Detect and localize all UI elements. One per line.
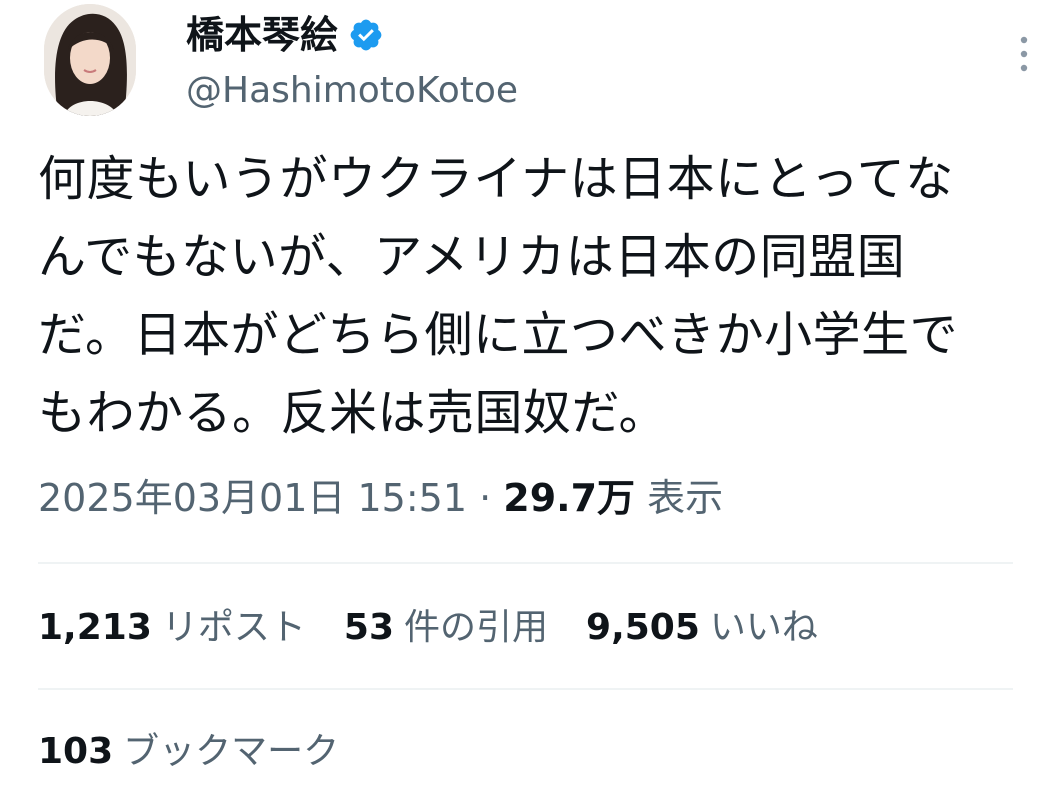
divider: [38, 562, 1013, 564]
likes-label: いいね: [709, 607, 818, 648]
user-handle[interactable]: @HashimotoKotoe: [186, 66, 518, 116]
reposts-stat[interactable]: 1,213 リポスト: [38, 600, 306, 656]
meta-separator: ·: [479, 476, 492, 520]
verified-badge-icon: [348, 17, 384, 53]
name-row: 橋本琴絵: [186, 10, 384, 60]
reposts-label: リポスト: [161, 607, 306, 648]
likes-stat[interactable]: 9,505 いいね: [586, 600, 818, 656]
bookmarks-count: 103: [38, 731, 114, 772]
timestamp[interactable]: 2025年03月01日 15:51: [38, 476, 467, 520]
engagement-stats: 1,213 リポスト 53 件の引用 9,505 いいね: [38, 600, 818, 656]
tweet-header: 橋本琴絵 @HashimotoKotoe: [44, 4, 1034, 124]
quotes-label: 件の引用: [404, 607, 549, 648]
views-count: 29.7万: [503, 476, 636, 520]
bookmarks-stat[interactable]: 103 ブックマーク: [38, 724, 339, 780]
tweet-meta: 2025年03月01日 15:51 · 29.7万 表示: [38, 470, 723, 526]
quotes-count: 53: [343, 607, 394, 648]
views-label: 表示: [647, 476, 724, 520]
display-name[interactable]: 橋本琴絵: [186, 10, 338, 60]
divider: [38, 688, 1013, 690]
tweet-text: 何度もいうがウクライナは日本にとってな んでもないが、アメリカは日本の同盟国 だ…: [38, 151, 959, 441]
avatar[interactable]: [44, 4, 136, 116]
quotes-stat[interactable]: 53 件の引用: [344, 600, 548, 656]
bookmarks-label: ブックマーク: [123, 731, 340, 772]
reposts-count: 1,213: [38, 607, 152, 648]
more-options-icon[interactable]: [1014, 34, 1034, 74]
likes-count: 9,505: [586, 607, 700, 648]
